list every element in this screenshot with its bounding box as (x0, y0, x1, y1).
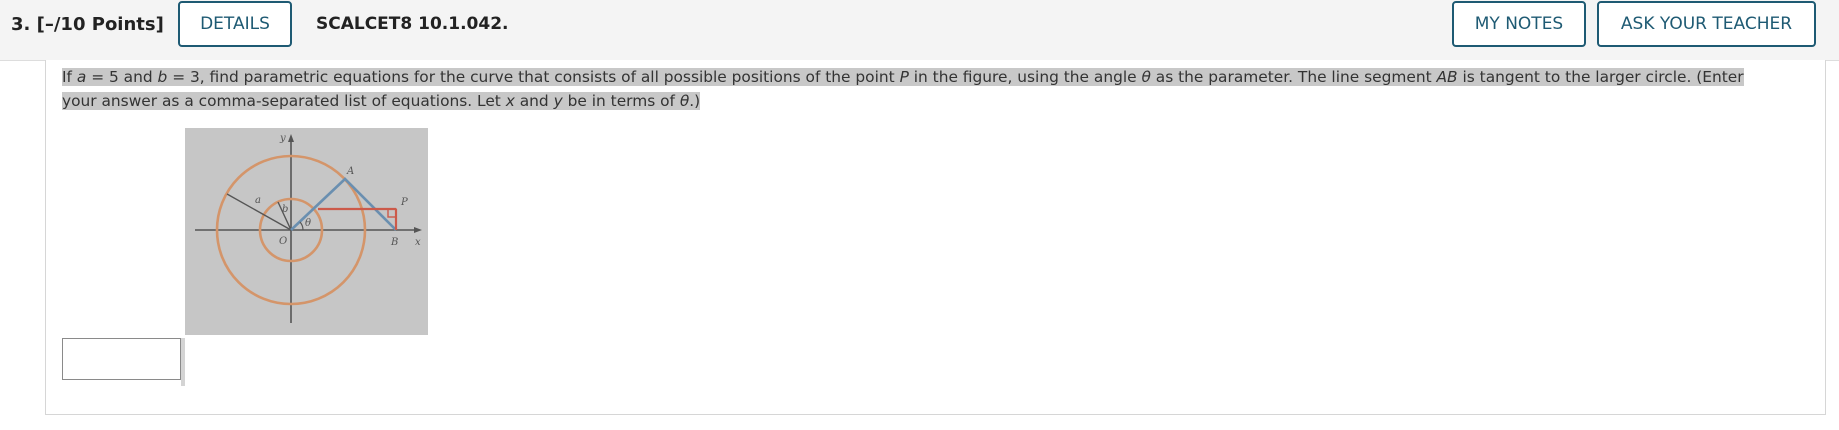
label-B: B (390, 237, 398, 248)
label-A: A (346, 166, 354, 177)
y-axis-arrow (288, 134, 294, 142)
theta-angle-arc (299, 221, 304, 231)
label-theta: θ (305, 218, 311, 229)
question-code: SCALCET8 10.1.042. (316, 14, 509, 34)
question-number-points: 3. [–/10 Points] (11, 14, 164, 35)
label-b: b (282, 204, 288, 215)
question-prompt: If a = 5 and b = 3, find parametric equa… (62, 65, 1782, 113)
label-x: x (415, 237, 421, 248)
parametric-curve-figure: y x A P a b O θ B (185, 128, 428, 335)
ask-your-teacher-button[interactable]: ASK YOUR TEACHER (1597, 1, 1816, 47)
x-axis-arrow (414, 227, 422, 233)
answer-input[interactable] (62, 338, 181, 380)
label-a: a (255, 195, 261, 206)
right-angle-marker (387, 208, 397, 218)
answer-input-edge (181, 338, 185, 386)
question-prompt-text: If a = 5 and b = 3, find parametric equa… (62, 68, 1744, 110)
question-header: 3. [–/10 Points] DETAILS SCALCET8 10.1.0… (0, 0, 1839, 61)
details-button[interactable]: DETAILS (178, 1, 292, 47)
my-notes-button[interactable]: MY NOTES (1452, 1, 1586, 47)
label-O: O (279, 236, 287, 247)
label-y: y (279, 133, 286, 144)
label-P: P (400, 197, 408, 208)
figure-diagram: y x A P a b O θ B (195, 133, 422, 323)
